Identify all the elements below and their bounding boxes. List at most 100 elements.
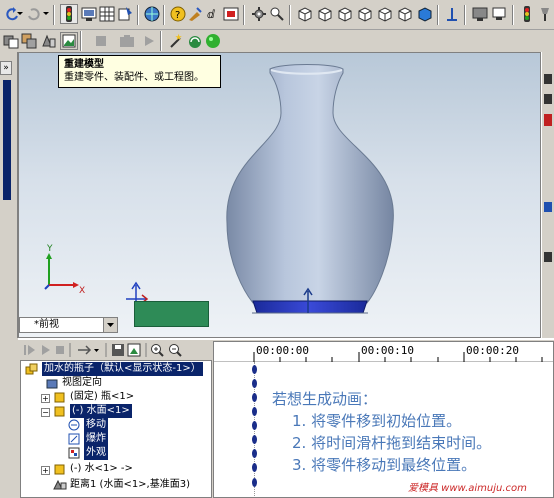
tree-item-distance-mate[interactable]: 距离1 (水面<1>,基准面3) — [53, 478, 190, 492]
gear-icon[interactable] — [250, 5, 268, 23]
axis-icon[interactable] — [443, 5, 461, 23]
properties-icon[interactable] — [116, 5, 134, 23]
tree-item-label: (固定) 瓶<1> — [70, 391, 135, 402]
time-tick-label: 00:00:20 — [466, 344, 519, 357]
zoom-out-icon[interactable] — [169, 344, 182, 357]
view-cube-icon[interactable] — [296, 5, 314, 23]
smart-dimension-icon[interactable]: ⅆ — [204, 5, 222, 23]
view-cube-icon[interactable] — [356, 5, 374, 23]
timeline-ruler[interactable]: 00:00:00 00:00:10 00:00:20 — [214, 342, 553, 362]
camera-icon[interactable] — [118, 32, 136, 50]
view-cube-icon[interactable] — [396, 5, 414, 23]
grid-icon[interactable] — [98, 5, 116, 23]
tree-item-move[interactable]: 移动 — [67, 418, 108, 432]
tree-item-label: 视图定向 — [62, 377, 102, 388]
panel-splitter[interactable] — [3, 80, 11, 200]
keyframe[interactable] — [252, 435, 257, 444]
view-cube-icon[interactable] — [316, 5, 334, 23]
close-sketch-icon[interactable] — [222, 5, 240, 23]
keyframe[interactable] — [252, 463, 257, 472]
animation-wizard-icon[interactable] — [127, 343, 141, 357]
tooltip-title: 重建模型 — [64, 59, 104, 70]
part-icon — [53, 405, 67, 417]
secondary-toolbar — [0, 30, 230, 52]
keyframe[interactable] — [252, 421, 257, 430]
tree-item-root[interactable]: 加水的瓶子（默认<显示状态-1>） — [25, 362, 203, 376]
chevron-down-icon[interactable] — [103, 318, 117, 332]
toolbar-separator — [163, 5, 165, 25]
app-window: ? ⅆ » Y X 重建模型 重建零件、装配件、或工程图。 *前视 加水的瓶子（… — [0, 0, 554, 498]
edit-sketch-icon[interactable] — [186, 5, 204, 23]
part-icon — [53, 463, 67, 475]
tree-item-water[interactable]: (-) 水<1> -> — [53, 462, 133, 476]
wand-icon[interactable] — [168, 32, 186, 50]
options-icon[interactable] — [80, 5, 98, 23]
tree-item-appearance[interactable]: 外观 — [67, 446, 108, 460]
part-icon — [53, 391, 67, 403]
undo-dropdown-icon[interactable] — [16, 5, 24, 23]
spring-icon[interactable] — [204, 32, 222, 50]
view-cube-icon[interactable] — [376, 5, 394, 23]
stop-icon[interactable] — [92, 32, 110, 50]
collapse-toggle[interactable]: − — [41, 408, 50, 417]
pin-icon[interactable] — [536, 5, 554, 23]
save-animation-icon[interactable] — [112, 344, 124, 356]
view-cube-icon[interactable] — [336, 5, 354, 23]
stop-icon[interactable] — [56, 346, 64, 354]
zoom-in-icon[interactable] — [151, 344, 164, 357]
monitor-icon[interactable] — [471, 5, 489, 23]
keyframe[interactable] — [252, 393, 257, 402]
tree-item-water-surface[interactable]: (-) 水面<1> — [53, 404, 132, 418]
view-orientation-select[interactable]: *前视 — [19, 317, 118, 333]
instructions-heading: 若想生成动画： — [272, 390, 378, 408]
mate-icon — [53, 479, 67, 491]
tree-item-label: 距离1 (水面<1>,基准面3) — [70, 479, 191, 490]
keyframe[interactable] — [252, 407, 257, 416]
expand-toggle[interactable]: + — [41, 394, 50, 403]
keyframe[interactable] — [252, 449, 257, 458]
assembly-icon — [25, 363, 39, 375]
toolbar-separator — [464, 5, 466, 25]
shaded-cube-icon[interactable] — [416, 5, 434, 23]
explode-icon — [67, 433, 81, 445]
keyframe[interactable] — [252, 478, 257, 487]
zoom-to-fit-icon[interactable] — [268, 5, 286, 23]
toolbar-separator — [289, 5, 291, 25]
keyframe[interactable] — [252, 379, 257, 388]
motion-manager-toolbar — [20, 341, 212, 359]
redo-dropdown-icon[interactable] — [42, 5, 50, 23]
play-from-start-icon[interactable] — [24, 345, 35, 355]
copy-component-icon[interactable] — [20, 32, 38, 50]
rebuild-small-icon[interactable] — [520, 5, 534, 23]
display-icon[interactable] — [490, 5, 508, 23]
mate-icon[interactable] — [40, 32, 58, 50]
toolbar-separator — [512, 5, 514, 25]
view-orientation-value: *前视 — [34, 319, 59, 330]
tree-item-label: (-) 水<1> -> — [70, 463, 133, 474]
svg-text:ⅆ: ⅆ — [207, 8, 215, 21]
vase-model[interactable]: Y X — [19, 53, 541, 338]
watermark: 爱模具 www.aimuju.com — [408, 483, 527, 494]
rebuild-tooltip: 重建模型 重建零件、装配件、或工程图。 — [58, 55, 221, 88]
graphics-viewport[interactable]: Y X — [18, 52, 541, 338]
tree-item-label: (-) 水面<1> — [70, 404, 132, 418]
collapse-panel-button[interactable]: » — [0, 61, 12, 75]
arrow-right-icon[interactable] — [78, 345, 92, 355]
play-icon[interactable] — [140, 32, 158, 50]
tree-item-label: 移动 — [84, 418, 108, 432]
image-icon[interactable] — [60, 32, 78, 50]
play-icon[interactable] — [42, 345, 50, 355]
tree-item-orientation[interactable]: 视图定向 — [45, 376, 102, 390]
rebuild-icon[interactable] — [60, 4, 78, 24]
tree-item-explode[interactable]: 爆炸 — [67, 432, 108, 446]
insert-component-icon[interactable] — [2, 32, 20, 50]
help-icon[interactable]: ? — [169, 5, 187, 23]
tree-item-bottle[interactable]: (固定) 瓶<1> — [53, 390, 134, 404]
svg-text:X: X — [79, 286, 85, 296]
web-icon[interactable] — [143, 5, 161, 23]
green-selection-box — [134, 301, 209, 327]
tree-item-label: 外观 — [84, 446, 108, 460]
keyframe[interactable] — [252, 365, 257, 374]
motor-icon[interactable] — [186, 32, 204, 50]
expand-toggle[interactable]: + — [41, 466, 50, 475]
